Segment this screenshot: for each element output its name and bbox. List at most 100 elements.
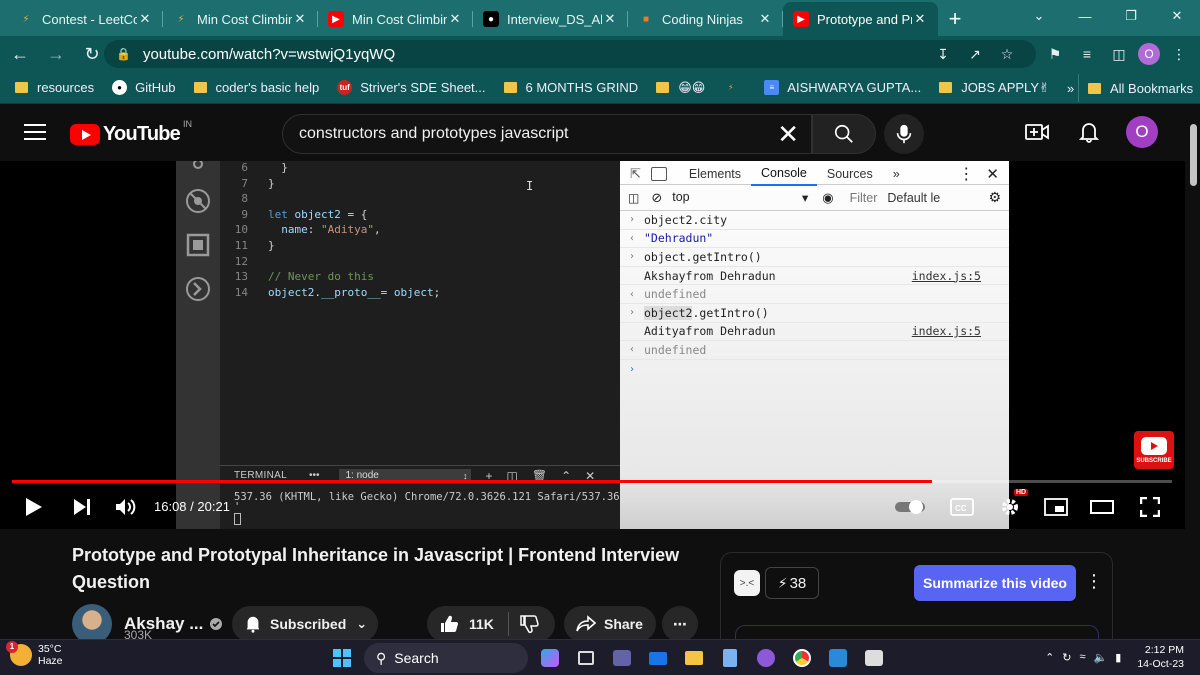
url-text: youtube.com/watch?v=wstwjQ1yqWQ xyxy=(142,45,396,63)
bookmark-item[interactable]: 😁😁 xyxy=(647,74,714,102)
settings-button[interactable]: HD xyxy=(996,489,1029,523)
video-progress-bar[interactable] xyxy=(12,480,1172,483)
bookmark-item[interactable]: ⚡ xyxy=(714,74,755,102)
share-page-icon[interactable]: ↗ xyxy=(962,41,988,67)
search-button[interactable] xyxy=(812,114,876,154)
browser-tab[interactable]: ▶ Prototype and Pr ✕ xyxy=(783,2,938,36)
new-tab-button[interactable]: + xyxy=(938,2,972,36)
like-count[interactable]: 11K xyxy=(469,616,494,632)
install-app-icon[interactable]: ↧ xyxy=(930,41,956,67)
close-tab-icon[interactable]: ✕ xyxy=(137,11,153,27)
site-info-icon[interactable]: 🔒 xyxy=(116,47,131,61)
browser-tab[interactable]: ● Interview_DS_Alg ✕ xyxy=(473,2,628,36)
video-player[interactable]: 6 } 7} 8 9 let object2 = {10 name: "Aditya",… xyxy=(0,161,1185,529)
chrome-menu-icon[interactable]: ⋮ xyxy=(1166,41,1192,67)
fullscreen-button[interactable] xyxy=(1136,491,1164,523)
notifications-bell-icon[interactable] xyxy=(1074,117,1104,147)
all-bookmarks-button[interactable]: All Bookmarks xyxy=(1078,74,1200,102)
clock[interactable]: 2:12 PM 14-Oct-23 xyxy=(1137,643,1184,671)
summary-count-badge[interactable]: ⚡︎ 38 xyxy=(765,567,819,599)
bookmark-star-icon[interactable]: ☆ xyxy=(994,41,1020,67)
bookmark-item[interactable]: 6 MONTHS GRIND xyxy=(495,74,648,102)
forward-icon[interactable]: → xyxy=(40,38,72,70)
bookmark-item[interactable]: resources xyxy=(6,74,103,102)
coding-ninjas-icon: ■ xyxy=(642,13,650,25)
volume-button[interactable] xyxy=(112,491,140,523)
dislike-icon[interactable] xyxy=(519,614,539,634)
bookmark-item[interactable]: JOBS APPLY✌ xyxy=(930,74,1059,102)
browser-tab[interactable]: ■ Coding Ninjas ✕ xyxy=(628,2,783,36)
page-scrollbar[interactable] xyxy=(1186,120,1200,640)
copilot-icon[interactable] xyxy=(536,644,564,672)
mail-icon[interactable] xyxy=(644,644,672,672)
bookmark-item[interactable]: ● GitHub xyxy=(103,74,184,102)
notepad-icon[interactable] xyxy=(716,644,744,672)
play-button[interactable] xyxy=(20,491,48,523)
source-link: index.js:5 xyxy=(911,268,981,283)
like-icon[interactable] xyxy=(439,614,459,634)
close-tab-icon[interactable]: ✕ xyxy=(757,11,773,27)
more-actions-button[interactable]: ⋯ xyxy=(662,606,698,642)
side-panel-icon[interactable]: ◫ xyxy=(1106,41,1132,67)
account-avatar[interactable]: O xyxy=(1126,116,1158,148)
reading-list-icon[interactable]: ≡ xyxy=(1074,41,1100,67)
next-button[interactable] xyxy=(68,491,96,523)
clear-console-icon: ⊘ xyxy=(651,189,663,205)
autoplay-toggle[interactable] xyxy=(893,491,929,523)
clear-search-icon[interactable]: ✕ xyxy=(777,119,799,150)
youtube-logo[interactable]: YouTube IN xyxy=(70,119,192,146)
profile-avatar[interactable]: O xyxy=(1138,43,1160,65)
vscode-icon[interactable] xyxy=(824,644,852,672)
weather-widget[interactable]: 1 35°C Haze xyxy=(6,641,63,667)
github-desktop-icon[interactable] xyxy=(752,644,780,672)
theater-mode-button[interactable] xyxy=(1088,491,1116,523)
scrollbar-thumb[interactable] xyxy=(1190,124,1197,186)
address-bar[interactable]: 🔒 youtube.com/watch?v=wstwjQ1yqWQ xyxy=(104,40,1036,68)
minimize-icon[interactable]: — xyxy=(1062,0,1108,32)
restore-icon[interactable]: ❐ xyxy=(1108,0,1154,32)
devtools-close-icon: ✕ xyxy=(986,165,999,183)
create-video-icon[interactable] xyxy=(1022,117,1052,147)
close-tab-icon[interactable]: ✕ xyxy=(292,11,308,27)
miniplayer-button[interactable] xyxy=(1042,491,1070,523)
subscribed-button[interactable]: Subscribed ⌄ xyxy=(232,606,378,642)
browser-tab[interactable]: ⚡ Min Cost Climbin ✕ xyxy=(163,2,318,36)
line-number: 13 xyxy=(234,270,248,284)
close-tab-icon[interactable]: ✕ xyxy=(447,11,463,27)
search-input[interactable]: constructors and prototypes javascript ✕ xyxy=(282,114,812,154)
bookmark-label: AISHWARYA GUPTA... xyxy=(787,80,922,95)
windows-start-icon[interactable] xyxy=(328,644,356,672)
summarize-video-button[interactable]: Summarize this video xyxy=(914,565,1076,601)
panel-more-icon[interactable]: ⋮ xyxy=(1085,571,1103,592)
taskbar-search[interactable]: ⚲ Search xyxy=(364,643,528,673)
extensions-icon[interactable]: ⚑ xyxy=(1042,41,1068,67)
back-icon[interactable]: ← xyxy=(4,38,36,70)
task-view-icon[interactable] xyxy=(572,644,600,672)
bookmark-item[interactable]: ≡ AISHWARYA GUPTA... xyxy=(755,74,930,102)
chrome-icon[interactable] xyxy=(788,644,816,672)
bookmark-item[interactable]: coder's basic help xyxy=(185,74,329,102)
subscribe-watermark[interactable]: SUBSCRIBE xyxy=(1134,431,1174,469)
tab-search-icon[interactable]: ⌄ xyxy=(1016,0,1062,32)
extension-emoji-icon[interactable]: >.< xyxy=(734,570,760,596)
wifi-icon[interactable]: ≈ xyxy=(1080,651,1086,663)
close-tab-icon[interactable]: ✕ xyxy=(912,11,928,27)
tray-sync-icon[interactable]: ↻ xyxy=(1062,651,1071,664)
snipping-tool-icon[interactable] xyxy=(860,644,888,672)
speaker-icon[interactable]: 🔈 xyxy=(1094,651,1108,664)
close-tab-icon[interactable]: ✕ xyxy=(602,11,618,27)
channel-avatar[interactable] xyxy=(72,604,112,644)
prompt-chevron-icon: › xyxy=(628,251,636,263)
file-explorer-icon[interactable] xyxy=(680,644,708,672)
menu-icon[interactable] xyxy=(24,124,46,140)
browser-tab[interactable]: ⚡ Contest - LeetCo ✕ xyxy=(8,2,163,36)
captions-button[interactable]: CC xyxy=(948,491,976,523)
close-window-icon[interactable]: ✕ xyxy=(1154,0,1200,32)
battery-icon[interactable]: ▮ xyxy=(1115,651,1121,664)
voice-search-button[interactable] xyxy=(884,114,924,154)
browser-tab[interactable]: ▶ Min Cost Climbin ✕ xyxy=(318,2,473,36)
teams-icon[interactable] xyxy=(608,644,636,672)
share-button[interactable]: Share xyxy=(564,606,656,642)
tray-chevron-up-icon[interactable]: ⌃ xyxy=(1045,651,1054,664)
bookmark-item[interactable]: tuf Striver's SDE Sheet... xyxy=(328,74,494,102)
